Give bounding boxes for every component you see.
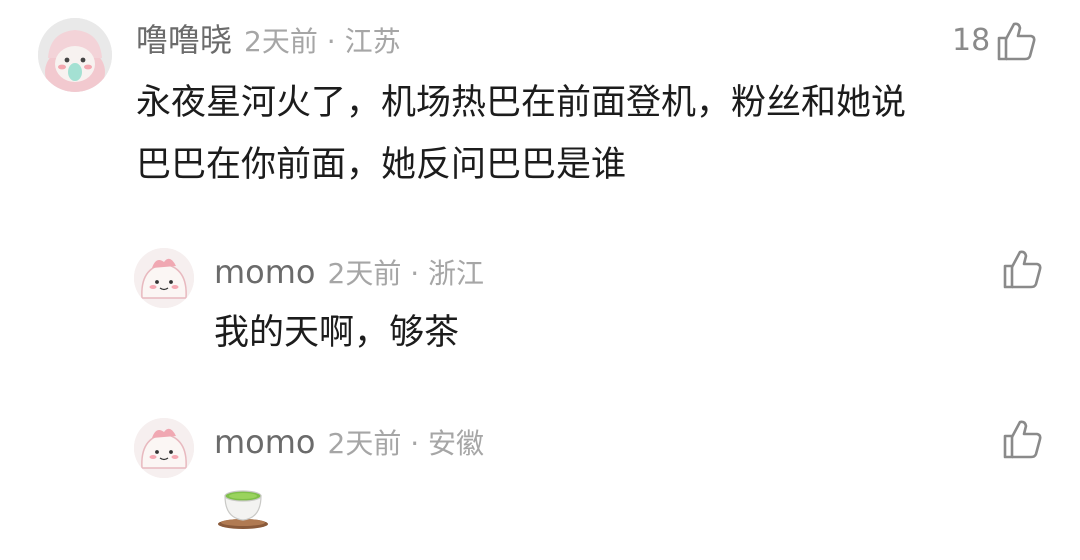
username[interactable]: 噜噜晓 <box>136 21 232 59</box>
reply-meta: momo 2天前 · 浙江 <box>214 256 484 288</box>
comment-meta: 噜噜晓 2天前 · 江苏 <box>136 24 401 56</box>
comment-thread: 噜噜晓 2天前 · 江苏 18 永夜星河火了，机场热巴在前面登机，粉丝和她说 巴巴… <box>0 0 1080 560</box>
cartoon-face-avatar-icon <box>38 18 112 92</box>
avatar[interactable] <box>134 418 194 478</box>
reply-location: 安徽 <box>428 427 485 460</box>
like-button[interactable] <box>1000 248 1044 290</box>
reply-time-location: 2天前 · 浙江 <box>328 257 485 290</box>
username[interactable]: momo <box>214 253 316 291</box>
avatar[interactable] <box>38 18 112 92</box>
like-button[interactable]: 18 <box>952 20 1038 62</box>
pink-blob-avatar-icon <box>134 418 194 478</box>
thumbs-up-icon <box>1003 420 1042 459</box>
comment-line: 永夜星河火了，机场热巴在前面登机，粉丝和她说 <box>136 83 907 123</box>
like-count: 18 <box>952 23 991 58</box>
reply-content: 我的天啊，够茶 <box>214 313 460 353</box>
reply-item: momo 2天前 · 浙江 我的天啊，够茶 <box>0 230 1080 370</box>
reply-item: momo 2天前 · 安徽 <box>0 400 1080 550</box>
pink-blob-avatar-icon <box>134 248 194 308</box>
comment-content: 永夜星河火了，机场热巴在前面登机，粉丝和她说 巴巴在你前面，她反问巴巴是谁 <box>136 72 906 196</box>
separator-dot: · <box>326 25 336 58</box>
comment-location: 江苏 <box>344 25 401 58</box>
avatar[interactable] <box>134 248 194 308</box>
reply-time-location: 2天前 · 安徽 <box>328 427 485 460</box>
separator-dot: · <box>410 427 420 460</box>
reply-location: 浙江 <box>428 257 485 290</box>
comment-time: 2天前 <box>244 25 318 58</box>
comment-time-location: 2天前 · 江苏 <box>244 25 401 58</box>
reply-meta: momo 2天前 · 安徽 <box>214 426 484 458</box>
like-button[interactable] <box>1000 418 1044 460</box>
thumbs-up-icon <box>1003 250 1042 289</box>
comment-item: 噜噜晓 2天前 · 江苏 18 永夜星河火了，机场热巴在前面登机，粉丝和她说 巴巴… <box>0 0 1080 220</box>
thumbs-up-icon <box>997 22 1036 61</box>
reply-time: 2天前 <box>327 427 402 460</box>
reply-time: 2天前 <box>327 257 402 290</box>
comment-line: 巴巴在你前面，她反问巴巴是谁 <box>136 145 627 185</box>
teacup-emoji-icon <box>218 490 268 529</box>
separator-dot: · <box>410 257 420 290</box>
username[interactable]: momo <box>214 423 316 461</box>
